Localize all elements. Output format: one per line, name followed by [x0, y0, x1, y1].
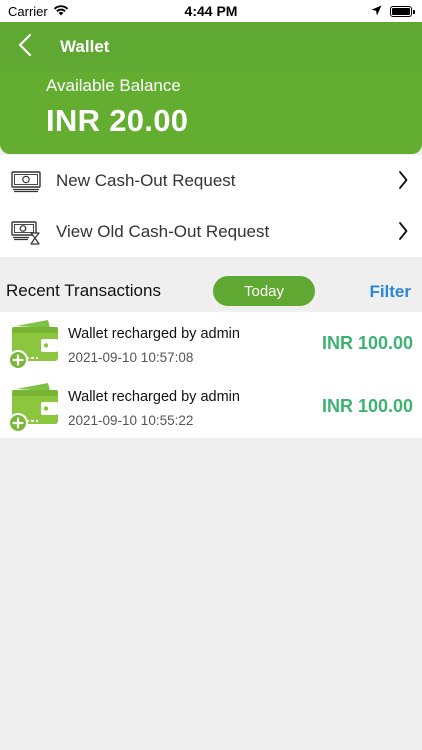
view-old-cash-out-request-row[interactable]: View Old Cash-Out Request [0, 206, 422, 257]
cash-icon [11, 168, 41, 194]
transaction-text: Wallet recharged by admin 2021-09-10 10:… [68, 326, 240, 365]
transaction-title: Wallet recharged by admin [68, 389, 240, 405]
balance-card: Available Balance INR 20.00 [0, 72, 422, 154]
status-bar: Carrier 4:44 PM [0, 0, 422, 22]
wifi-icon [53, 4, 69, 19]
nav-bar: Wallet [0, 22, 422, 72]
today-filter-button[interactable]: Today [213, 276, 315, 306]
cash-out-menu: New Cash-Out Request View Old Cash-Out R… [0, 155, 422, 257]
transaction-title: Wallet recharged by admin [68, 326, 240, 342]
balance-label: Available Balance [46, 76, 181, 95]
chevron-left-icon [18, 33, 32, 62]
carrier-label: Carrier [8, 3, 48, 19]
status-left: Carrier [8, 4, 69, 19]
battery-icon [390, 5, 415, 17]
chevron-right-icon [398, 221, 408, 246]
transaction-amount: INR 100.00 [321, 333, 413, 353]
transaction-text: Wallet recharged by admin 2021-09-10 10:… [68, 389, 240, 428]
transaction-date: 2021-09-10 10:57:08 [68, 350, 194, 365]
back-button[interactable] [0, 22, 50, 72]
transactions-list: Wallet recharged by admin 2021-09-10 10:… [0, 312, 422, 438]
new-cash-out-request-row[interactable]: New Cash-Out Request [0, 155, 422, 206]
chevron-right-icon [398, 170, 408, 195]
wallet-add-icon [8, 381, 60, 433]
wallet-add-icon [8, 318, 60, 370]
menu-item-label: View Old Cash-Out Request [56, 221, 270, 241]
transaction-date: 2021-09-10 10:55:22 [68, 413, 194, 428]
transaction-row[interactable]: Wallet recharged by admin 2021-09-10 10:… [0, 375, 422, 438]
transaction-amount: INR 100.00 [321, 396, 413, 416]
recent-transactions-header: Recent Transactions Today Filter [0, 271, 422, 311]
page-title: Wallet [60, 37, 110, 56]
transaction-row[interactable]: Wallet recharged by admin 2021-09-10 10:… [0, 312, 422, 375]
recent-transactions-title: Recent Transactions [6, 281, 161, 300]
status-right [371, 3, 415, 19]
location-arrow-icon [371, 3, 382, 19]
menu-item-label: New Cash-Out Request [56, 170, 236, 190]
cash-history-icon [11, 219, 41, 245]
balance-amount: INR 20.00 [46, 103, 189, 138]
filter-link[interactable]: Filter [369, 282, 411, 302]
